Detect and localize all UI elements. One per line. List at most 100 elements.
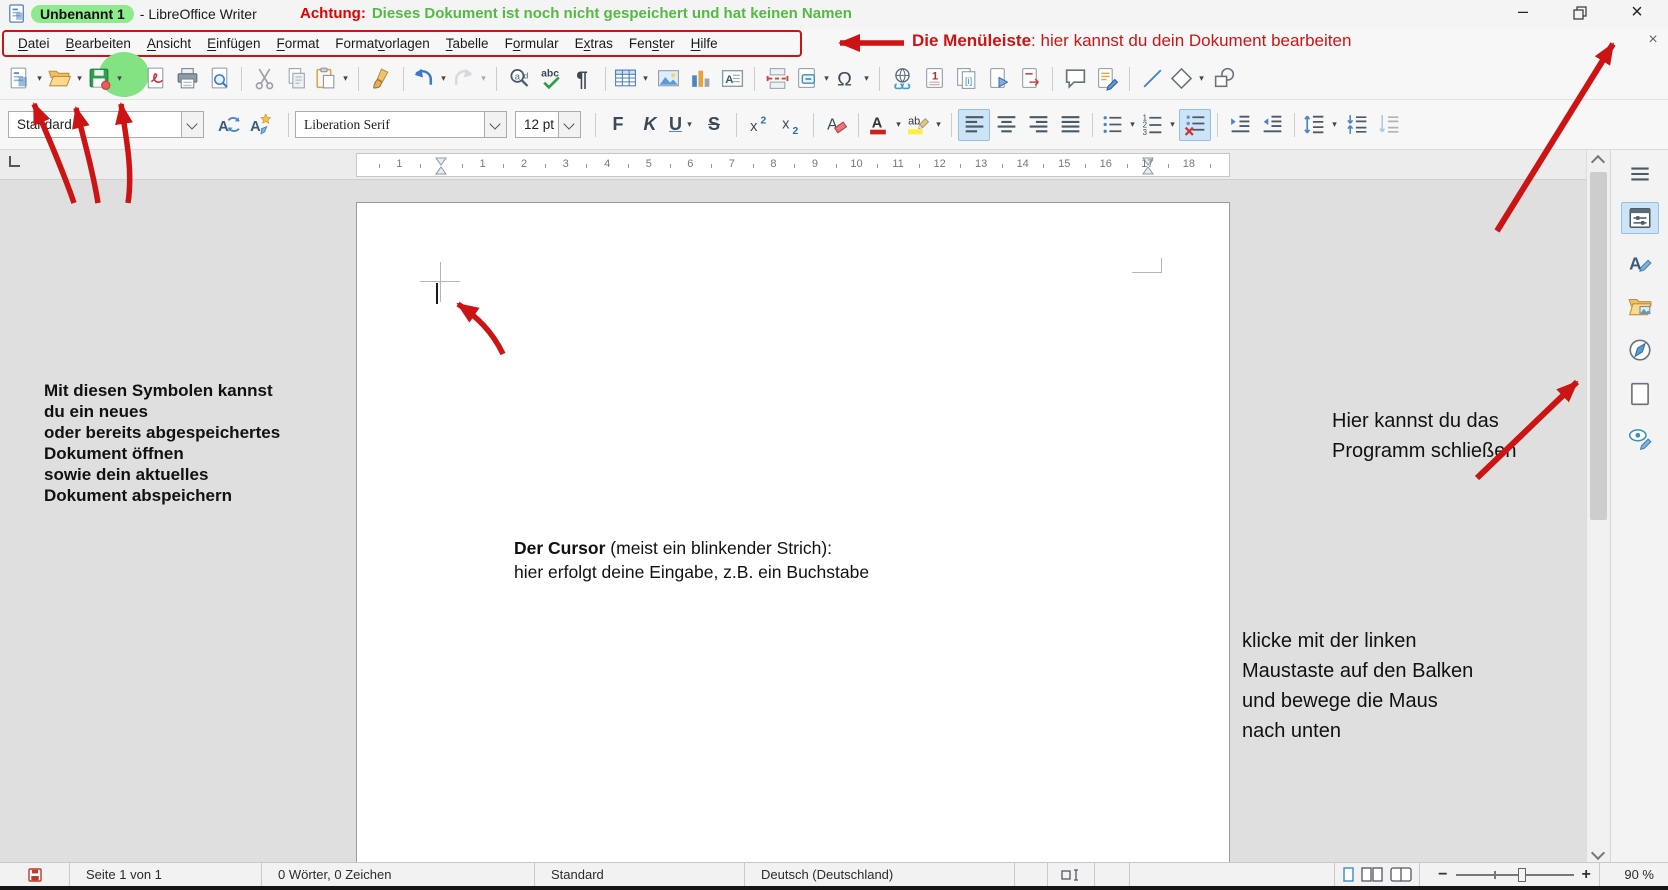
- italic-button[interactable]: K: [634, 109, 666, 141]
- formatting-marks-button[interactable]: ¶: [567, 63, 599, 95]
- strikethrough-button[interactable]: S: [698, 109, 730, 141]
- align-justify-button[interactable]: [1054, 109, 1086, 141]
- tab-stop-selector[interactable]: [9, 156, 20, 167]
- language-cell[interactable]: Deutsch (Deutschland): [745, 863, 1015, 886]
- track-changes-button[interactable]: [1091, 63, 1123, 95]
- align-center-button[interactable]: [990, 109, 1022, 141]
- vertical-scrollbar[interactable]: [1586, 150, 1610, 862]
- sidebar-tab-page[interactable]: [1621, 378, 1659, 410]
- zoom-slider-thumb[interactable]: [1518, 868, 1526, 882]
- clone-formatting-button[interactable]: [365, 63, 397, 95]
- superscript-button[interactable]: x2: [743, 109, 775, 141]
- sidebar-tab-properties[interactable]: [1621, 202, 1659, 234]
- insert-special-character-dropdown-icon[interactable]: ▾: [861, 73, 872, 84]
- insert-cross-reference-button[interactable]: [1014, 63, 1046, 95]
- menu-formatvorlagen[interactable]: Formatvorlagen: [327, 32, 438, 55]
- clear-formatting-button[interactable]: A: [820, 109, 852, 141]
- open-button[interactable]: ▾: [46, 63, 86, 95]
- new-document-button[interactable]: ▾: [6, 63, 46, 95]
- insert-text-frame-button[interactable]: A: [716, 63, 748, 95]
- left-indent-marker[interactable]: [435, 157, 447, 175]
- increase-indent-button[interactable]: [1224, 109, 1256, 141]
- page-style-cell[interactable]: Standard: [535, 863, 745, 886]
- show-draw-functions-button[interactable]: [1208, 63, 1240, 95]
- export-pdf-button[interactable]: [139, 63, 171, 95]
- sidebar-tab-styles[interactable]: A: [1621, 246, 1659, 278]
- paragraph-style-combo[interactable]: Standard: [8, 111, 204, 138]
- open-dropdown-icon[interactable]: ▾: [74, 73, 85, 84]
- spelling-button[interactable]: abc: [535, 63, 567, 95]
- unordered-list-dropdown-icon[interactable]: ▾: [1127, 119, 1138, 130]
- scrollbar-thumb[interactable]: [1590, 172, 1607, 520]
- print-button[interactable]: [171, 63, 203, 95]
- underline-dropdown-icon[interactable]: ▾: [684, 119, 695, 130]
- insert-field-dropdown-icon[interactable]: ▾: [821, 73, 832, 84]
- insert-hyperlink-button[interactable]: [886, 63, 918, 95]
- copy-button[interactable]: [280, 63, 312, 95]
- zoom-out-icon[interactable]: −: [1438, 868, 1447, 882]
- scroll-up-icon[interactable]: [1591, 155, 1605, 169]
- insert-bookmark-button[interactable]: [982, 63, 1014, 95]
- find-and-replace-button[interactable]: ad: [503, 63, 535, 95]
- font-color-dropdown-icon[interactable]: ▾: [893, 119, 904, 130]
- menu-formular[interactable]: Formular: [497, 32, 567, 55]
- book-view-icon[interactable]: [1390, 867, 1412, 882]
- selection-mode-cell[interactable]: [1048, 863, 1095, 886]
- page-count-cell[interactable]: Seite 1 von 1: [70, 863, 262, 886]
- basic-shapes-button[interactable]: ▾: [1168, 63, 1208, 95]
- menu-extras[interactable]: Extras: [567, 32, 621, 55]
- save-button[interactable]: ▾: [86, 63, 126, 95]
- ordered-list-dropdown-icon[interactable]: ▾: [1167, 119, 1178, 130]
- insert-special-character-button[interactable]: Ω▾: [833, 63, 873, 95]
- minimize-button[interactable]: –: [1503, 0, 1543, 26]
- menu-ansicht[interactable]: Ansicht: [139, 32, 199, 55]
- decrease-paragraph-spacing-button[interactable]: [1373, 109, 1405, 141]
- new-document-dropdown-icon[interactable]: ▾: [34, 73, 45, 84]
- undo-button[interactable]: ▾: [410, 63, 450, 95]
- insert-table-dropdown-icon[interactable]: ▾: [640, 73, 651, 84]
- zoom-slider[interactable]: [1456, 868, 1574, 882]
- insert-image-button[interactable]: [652, 63, 684, 95]
- font-size-combo[interactable]: 12 pt: [515, 111, 581, 138]
- insert-page-number-button[interactable]: 1: [918, 63, 950, 95]
- menu-datei[interactable]: Datei: [10, 32, 58, 55]
- document-page[interactable]: [356, 202, 1230, 862]
- insert-comment-button[interactable]: [1059, 63, 1091, 95]
- paste-button[interactable]: ▾: [312, 63, 352, 95]
- zoom-in-icon[interactable]: +: [1582, 868, 1591, 882]
- sidebar-tab-style-inspector[interactable]: [1621, 422, 1659, 454]
- font-color-button[interactable]: A▾: [865, 109, 905, 141]
- document-close-icon[interactable]: ×: [1643, 31, 1663, 49]
- update-style-button[interactable]: A: [212, 109, 244, 141]
- insert-line-button[interactable]: [1136, 63, 1168, 95]
- close-button[interactable]: ×: [1617, 0, 1657, 26]
- insert-page-break-button[interactable]: [761, 63, 793, 95]
- save-dropdown-icon[interactable]: ▾: [114, 73, 125, 84]
- font-name-dropdown-icon[interactable]: [484, 112, 506, 137]
- sidebar-tab-sidebar-settings[interactable]: [1621, 158, 1659, 190]
- menu-hilfe[interactable]: Hilfe: [683, 32, 726, 55]
- single-page-view-icon[interactable]: [1343, 867, 1354, 882]
- no-list-button[interactable]: [1179, 109, 1211, 141]
- ordered-list-button[interactable]: 123▾: [1139, 109, 1179, 141]
- font-name-combo[interactable]: Liberation Serif: [295, 111, 507, 138]
- insert-table-button[interactable]: ▾: [612, 63, 652, 95]
- align-left-button[interactable]: [958, 109, 990, 141]
- highlighting-color-dropdown-icon[interactable]: ▾: [933, 119, 944, 130]
- zoom-level-cell[interactable]: 90 %: [1600, 863, 1668, 886]
- insert-field-button[interactable]: ▾: [793, 63, 833, 95]
- menu-bearbeiten[interactable]: Bearbeiten: [58, 32, 139, 55]
- highlighting-color-button[interactable]: ab▾: [905, 109, 945, 141]
- multi-page-view-icon[interactable]: [1361, 867, 1383, 882]
- underline-button[interactable]: U▾: [666, 109, 698, 141]
- word-count-cell[interactable]: 0 Wörter, 0 Zeichen: [262, 863, 535, 886]
- undo-dropdown-icon[interactable]: ▾: [438, 73, 449, 84]
- print-preview-button[interactable]: [203, 63, 235, 95]
- line-spacing-button[interactable]: ▾: [1301, 109, 1341, 141]
- line-spacing-dropdown-icon[interactable]: ▾: [1329, 119, 1340, 130]
- menu-fenster[interactable]: Fenster: [621, 32, 683, 55]
- menu-format[interactable]: Format: [268, 32, 327, 55]
- font-size-dropdown-icon[interactable]: [558, 112, 580, 137]
- menu-tabelle[interactable]: Tabelle: [438, 32, 497, 55]
- scroll-down-icon[interactable]: [1591, 846, 1605, 860]
